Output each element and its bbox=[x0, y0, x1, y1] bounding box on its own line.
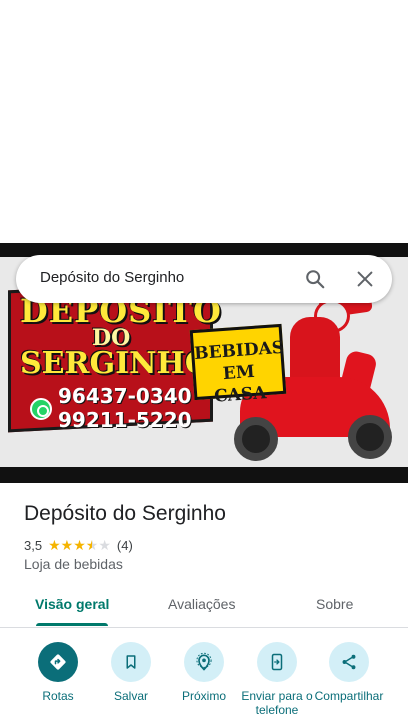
share-label: Compartilhar bbox=[314, 689, 384, 703]
delivery-badge: BEBIDAS EM CASA bbox=[189, 323, 287, 407]
badge-line-2: EM CASA bbox=[213, 361, 268, 407]
tab-reviews[interactable]: Avaliações bbox=[168, 596, 235, 612]
tab-about[interactable]: Sobre bbox=[316, 596, 353, 612]
empty-star-icon: ★ bbox=[98, 537, 111, 553]
logo-text: DEPÓSITO DO SERGINHO bbox=[20, 295, 221, 381]
tab-overview[interactable]: Visão geral bbox=[35, 596, 109, 612]
whatsapp-icon bbox=[30, 398, 52, 420]
share-button[interactable]: Compartilhar bbox=[311, 642, 387, 703]
phone-2: 99211-5220 bbox=[58, 408, 192, 432]
share-icon bbox=[329, 642, 369, 682]
nearby-button[interactable]: Próximo bbox=[166, 642, 242, 703]
star-icon: ★ bbox=[48, 537, 61, 553]
send-to-phone-label: Enviar para o telefone bbox=[241, 689, 313, 717]
send-to-phone-button[interactable]: Enviar para o telefone bbox=[239, 642, 315, 717]
star-icon: ★ bbox=[73, 537, 86, 553]
star-rating: ★ ★ ★ ★ ★ bbox=[48, 538, 111, 552]
active-tab-indicator bbox=[36, 623, 108, 626]
send-to-phone-icon bbox=[257, 642, 297, 682]
search-icon[interactable] bbox=[304, 268, 326, 290]
directions-icon bbox=[38, 642, 78, 682]
save-button[interactable]: Salvar bbox=[93, 642, 169, 703]
save-label: Salvar bbox=[113, 689, 148, 703]
phone-1: 96437-0340 bbox=[58, 384, 192, 408]
search-bar[interactable]: Depósito do Serginho bbox=[16, 255, 392, 303]
scooter-wheel bbox=[234, 417, 278, 461]
half-star-icon: ★ bbox=[85, 537, 99, 553]
nearby-label: Próximo bbox=[181, 689, 226, 703]
nearby-icon bbox=[184, 642, 224, 682]
review-count[interactable]: (4) bbox=[117, 538, 133, 553]
close-icon[interactable] bbox=[354, 268, 376, 290]
logo-line-3: SERGINHO bbox=[20, 346, 212, 381]
place-category: Loja de bebidas bbox=[24, 556, 123, 572]
search-input[interactable]: Depósito do Serginho bbox=[40, 269, 184, 286]
star-icon: ★ bbox=[60, 537, 74, 553]
map-area[interactable] bbox=[0, 0, 408, 243]
rating-row[interactable]: 3,5 ★ ★ ★ ★ ★ (4) bbox=[24, 536, 133, 554]
tab-bar: Visão geral Avaliações Sobre bbox=[0, 586, 408, 628]
scooter-wheel bbox=[348, 415, 392, 459]
bookmark-icon bbox=[111, 642, 151, 682]
directions-button[interactable]: Rotas bbox=[20, 642, 96, 703]
directions-label: Rotas bbox=[42, 689, 74, 703]
action-bar: Rotas Salvar Próximo Enviar para o telef… bbox=[0, 640, 408, 726]
place-title: Depósito do Serginho bbox=[24, 502, 226, 525]
rating-value: 3,5 bbox=[24, 537, 43, 553]
phone-numbers: 96437-0340 99211-5220 bbox=[58, 384, 192, 432]
